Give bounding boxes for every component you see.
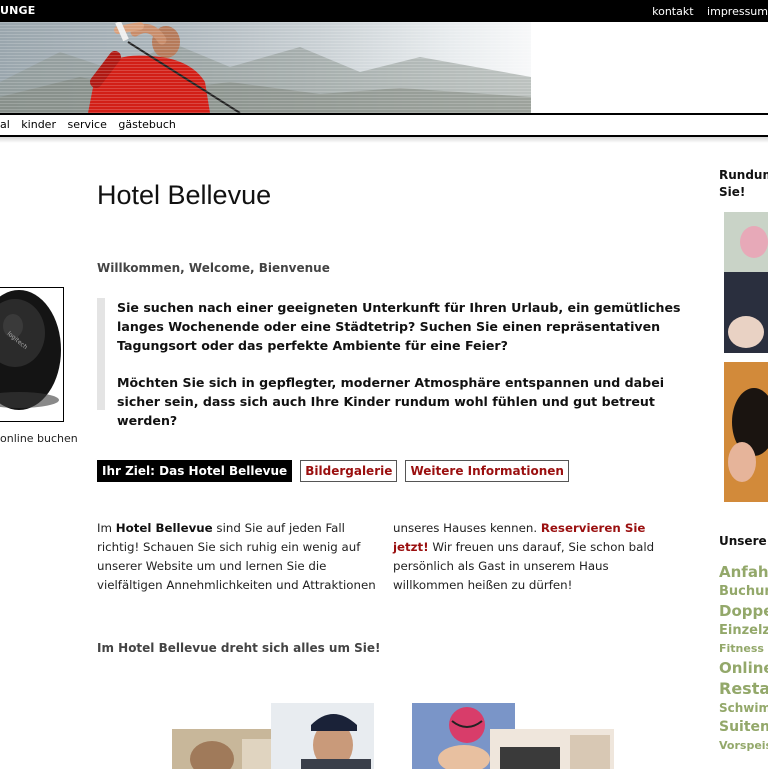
tab-ihr-ziel[interactable]: Ihr Ziel: Das Hotel Bellevue xyxy=(97,460,293,482)
top-link-kontakt[interactable]: kontakt xyxy=(652,5,693,18)
tag-cloud: Anfahrt Buchung Doppel Einzelz Fitness O… xyxy=(719,562,768,755)
intro-paragraph-2: Möchten Sie sich in gepflegter, moderner… xyxy=(117,375,665,428)
nav-item-kinder[interactable]: kinder xyxy=(21,118,56,131)
right-heading: Rundum Sie! xyxy=(719,168,768,199)
tag-einzelz[interactable]: Einzelz xyxy=(719,621,768,640)
mouse-promo-image[interactable]: logitech xyxy=(0,287,64,422)
tag-buchung[interactable]: Buchung xyxy=(719,582,768,601)
brand-text: UNGE xyxy=(0,4,36,17)
body-column-right: unseres Hauses kennen. Reservieren Sie j… xyxy=(393,519,683,595)
page-title: Hotel Bellevue xyxy=(97,180,272,210)
tab-weitere-informationen[interactable]: Weitere Informationen xyxy=(405,460,569,482)
content-tabs: Ihr Ziel: Das Hotel Bellevue Bildergaler… xyxy=(97,460,572,482)
tagline: Im Hotel Bellevue dreht sich alles um Si… xyxy=(97,641,381,655)
unsere-heading: Unsere xyxy=(719,534,767,548)
golfer-photo xyxy=(0,22,531,113)
side-photo-wedding[interactable] xyxy=(724,212,768,353)
nav-item-gaestebuch[interactable]: gästebuch xyxy=(118,118,176,131)
tag-vorspeis[interactable]: Vorspeis xyxy=(719,737,768,755)
online-booking-link[interactable]: online buchen xyxy=(0,432,78,445)
tag-doppel[interactable]: Doppel xyxy=(719,601,768,621)
tag-restau[interactable]: Restau xyxy=(719,678,768,699)
top-links: kontakt impressum xyxy=(642,5,768,18)
nav-shadow xyxy=(0,137,768,143)
nav-item-service[interactable]: service xyxy=(67,118,106,131)
side-photo-child[interactable] xyxy=(724,362,768,502)
top-bar: UNGE kontakt impressum xyxy=(0,0,768,22)
intro-paragraph-1: Sie suchen nach einer geeigneten Unterku… xyxy=(117,300,681,353)
hotel-name-bold: Hotel Bellevue xyxy=(115,521,213,535)
intro-quote: Sie suchen nach einer geeigneten Unterku… xyxy=(97,298,687,428)
tag-schwim[interactable]: Schwim xyxy=(719,699,768,717)
welcome-heading: Willkommen, Welcome, Bienvenue xyxy=(97,261,330,275)
body-text: Wir freuen uns darauf, Sie schon bald pe… xyxy=(393,540,655,592)
body-column-left: Im Hotel Bellevue sind Sie auf jeden Fal… xyxy=(97,519,387,595)
tab-bildergalerie[interactable]: Bildergalerie xyxy=(300,460,398,482)
nav-item-al[interactable]: al xyxy=(0,118,10,131)
collage-photo-room xyxy=(490,729,614,769)
collage-photo-man-cap xyxy=(271,703,374,769)
tag-fitness[interactable]: Fitness xyxy=(719,640,768,658)
tag-online[interactable]: Online xyxy=(719,658,768,678)
main-nav: al kinder service gästebuch xyxy=(0,113,768,137)
tag-anfahrt[interactable]: Anfahrt xyxy=(719,562,768,582)
top-link-impressum[interactable]: impressum xyxy=(707,5,768,18)
body-text: unseres Hauses kennen. xyxy=(393,521,541,535)
header-banner xyxy=(0,22,768,113)
body-text: Im xyxy=(97,521,116,535)
tag-suiten[interactable]: Suiten xyxy=(719,717,768,737)
